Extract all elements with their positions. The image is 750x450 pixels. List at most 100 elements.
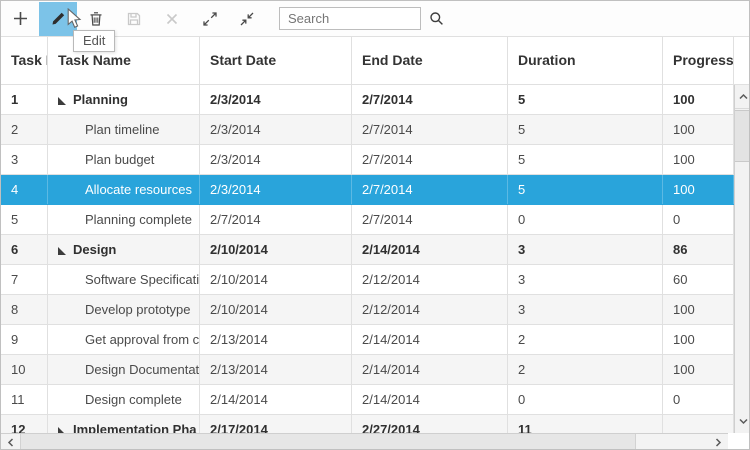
collapse-triangle-icon[interactable]	[58, 97, 66, 105]
task-name: Planning complete	[85, 212, 192, 227]
cell: 6	[1, 235, 48, 264]
cell: 5	[508, 85, 663, 114]
table-row-10[interactable]: 10Design Documentat2/13/20142/14/2014210…	[1, 355, 734, 385]
table-row-8[interactable]: 8Develop prototype2/10/20142/12/20143100	[1, 295, 734, 325]
collapse-triangle-icon[interactable]	[58, 247, 66, 255]
cell: 2/7/2014	[352, 175, 508, 204]
column-header-duration[interactable]: Duration	[508, 37, 663, 85]
table-row-7[interactable]: 7Software Specificatio2/10/20142/12/2014…	[1, 265, 734, 295]
search-input[interactable]	[279, 7, 421, 30]
collapse-arrows-icon	[240, 12, 254, 26]
table-row-4[interactable]: 4Allocate resources2/3/20142/7/20145100	[1, 175, 734, 205]
cell: 2	[1, 115, 48, 144]
cell: Allocate resources	[48, 175, 200, 204]
cell: 1	[1, 85, 48, 114]
cell: 100	[663, 145, 734, 174]
cell: 5	[508, 115, 663, 144]
table-row-1[interactable]: 1Planning2/3/20142/7/20145100	[1, 85, 734, 115]
task-name: Design Documentat	[85, 362, 199, 377]
table-row-2[interactable]: 2Plan timeline2/3/20142/7/20145100	[1, 115, 734, 145]
cell: 3	[508, 265, 663, 294]
cell: 2	[508, 355, 663, 384]
vertical-scrollbar[interactable]	[734, 85, 750, 433]
cell: 60	[663, 265, 734, 294]
cell: 2/7/2014	[352, 205, 508, 234]
cell: 2/7/2014	[352, 145, 508, 174]
cell: 100	[663, 355, 734, 384]
cell: 9	[1, 325, 48, 354]
cell: 86	[663, 235, 734, 264]
expand-all-button[interactable]	[191, 2, 228, 36]
cell: 2	[508, 325, 663, 354]
cell: 5	[508, 145, 663, 174]
cell: 11	[508, 415, 663, 433]
cell: 7	[1, 265, 48, 294]
scroll-down-button[interactable]	[735, 409, 750, 433]
scroll-right-button[interactable]	[709, 434, 728, 450]
cell: 2/10/2014	[200, 265, 352, 294]
column-header-progress[interactable]: Progress	[663, 37, 734, 85]
cell: 12	[1, 415, 48, 433]
save-button[interactable]	[115, 2, 153, 36]
scroll-left-button[interactable]	[1, 434, 20, 450]
cell: Planning complete	[48, 205, 200, 234]
task-name: Design	[73, 242, 116, 257]
cell: 10	[1, 355, 48, 384]
column-header-task-name[interactable]: Task Name	[48, 37, 200, 85]
search-button[interactable]	[421, 4, 451, 34]
scroll-up-button[interactable]	[735, 85, 750, 109]
vertical-scroll-thumb[interactable]	[735, 110, 750, 162]
search-area	[279, 4, 451, 34]
edit-tooltip: Edit	[73, 30, 115, 52]
cell: 3	[508, 235, 663, 264]
cell: 0	[663, 205, 734, 234]
table-row-11[interactable]: 11Design complete2/14/20142/14/201400	[1, 385, 734, 415]
table-row-9[interactable]: 9Get approval from c2/13/20142/14/201421…	[1, 325, 734, 355]
cell: 2/14/2014	[352, 385, 508, 414]
cell: 2/14/2014	[352, 325, 508, 354]
task-name: Planning	[73, 92, 128, 107]
cell: 3	[1, 145, 48, 174]
column-header-task-id[interactable]: Task Id	[1, 37, 48, 85]
cell: Plan timeline	[48, 115, 200, 144]
cell: Implementation Pha	[48, 415, 200, 433]
column-header-start-date[interactable]: Start Date	[200, 37, 352, 85]
table-row-6[interactable]: 6 Design 2/10/20142/14/2014386	[1, 235, 734, 265]
cell: 11	[1, 385, 48, 414]
cell: 2/7/2014	[352, 85, 508, 114]
cell: 2/14/2014	[352, 355, 508, 384]
cell: 2/3/2014	[200, 145, 352, 174]
add-button[interactable]	[1, 2, 39, 36]
horizontal-scrollbar[interactable]	[1, 433, 728, 450]
chevron-left-icon	[6, 437, 15, 448]
cell: 4	[1, 175, 48, 204]
task-name: Software Specificatio	[85, 272, 200, 287]
column-header-end-date[interactable]: End Date	[352, 37, 508, 85]
close-icon	[166, 13, 178, 25]
cancel-button[interactable]	[153, 2, 191, 36]
cell: Plan budget	[48, 145, 200, 174]
cell: 2/27/2014	[352, 415, 508, 433]
mouse-cursor-icon	[67, 8, 83, 30]
cell: 2/14/2014	[352, 235, 508, 264]
cell: 2/12/2014	[352, 295, 508, 324]
cell: 100	[663, 85, 734, 114]
table-row-5[interactable]: 5Planning complete2/7/20142/7/201400	[1, 205, 734, 235]
cell: 2/14/2014	[200, 385, 352, 414]
cell: Get approval from c	[48, 325, 200, 354]
chevron-down-icon	[738, 417, 749, 426]
cell: Design complete	[48, 385, 200, 414]
task-name: Allocate resources	[85, 182, 192, 197]
collapse-all-button[interactable]	[228, 2, 265, 36]
cell: 8	[1, 295, 48, 324]
cell: 5	[508, 175, 663, 204]
header-filler	[734, 37, 749, 85]
task-name: Get approval from c	[85, 332, 199, 347]
horizontal-scroll-thumb[interactable]	[20, 434, 636, 450]
cell: 2/10/2014	[200, 235, 352, 264]
cell	[663, 415, 734, 433]
table-row-12[interactable]: 12Implementation Pha2/17/20142/27/201411	[1, 415, 734, 433]
cell: 5	[1, 205, 48, 234]
cell: Design	[48, 235, 200, 264]
table-row-3[interactable]: 3Plan budget2/3/20142/7/20145100	[1, 145, 734, 175]
